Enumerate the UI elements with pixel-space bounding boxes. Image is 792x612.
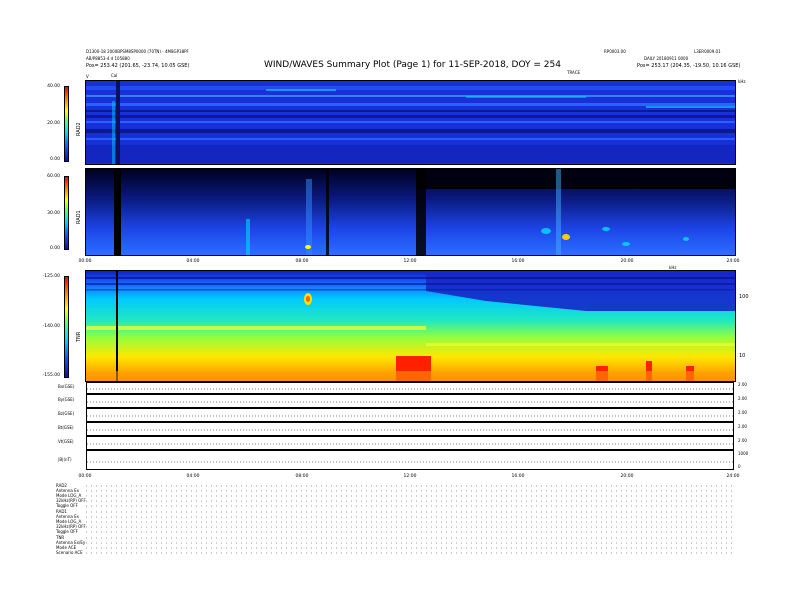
tnr-spectrogram: [85, 270, 736, 382]
rad1-tick-top: 60.00: [47, 174, 60, 179]
header-info-line2: AB/P8853-4 d 105880: [86, 56, 130, 61]
rad1-tick-mid: 30.00: [47, 211, 60, 216]
tnr-texture: [86, 271, 735, 381]
tnr-axis-label: TNR: [76, 331, 82, 342]
time2-label-1: 04:00: [186, 474, 200, 479]
rad2-axis-label: RAD2: [76, 122, 82, 136]
time2-label-5: 20:00: [620, 474, 634, 479]
status-dots: [86, 485, 736, 554]
param-vt-max: 2.00: [738, 438, 747, 443]
tnr-tick-mid: -140.00: [42, 324, 60, 329]
header-info-right2: L3ER0009.01: [694, 49, 721, 54]
time-axis-label-0: 00:00: [78, 259, 92, 264]
param-row-bt: [86, 422, 735, 436]
param-bx-max: 2.00: [738, 382, 747, 387]
cal-label: Cal: [111, 73, 118, 78]
time-axis-label-4: 16:00: [511, 259, 525, 264]
param-row-b: [86, 450, 735, 470]
param-label-by: By(GSE): [58, 397, 75, 402]
corner-right-label: kHz: [738, 79, 746, 84]
rad1-axis-label: RAD1: [76, 210, 82, 224]
param-row-bz: [86, 408, 735, 422]
rad2-colorbar: [64, 86, 69, 162]
status-line: Toggle OFF: [56, 529, 78, 534]
time2-label-0: 00:00: [78, 474, 92, 479]
time-axis-label-1: 04:00: [186, 259, 200, 264]
time-axis-label-2: 08:00: [295, 259, 309, 264]
rad2-texture: [86, 81, 735, 164]
time-axis-label-6: 24:00: [726, 259, 740, 264]
status-table: RAD2 Antenna Ex Mode LOG_A 32kHz(RP) OFF…: [56, 484, 736, 560]
status-line: Toggle OFF: [56, 503, 78, 508]
param-row-by: [86, 394, 735, 408]
rad2-tick-mid: 20.00: [47, 121, 60, 126]
param-by-max: 2.00: [738, 396, 747, 401]
corner-left-label: V: [86, 74, 89, 79]
time-axis-label-3: 12:00: [403, 259, 417, 264]
time2-label-4: 16:00: [511, 474, 525, 479]
param-row-vt: [86, 436, 735, 450]
time-axis-label-5: 20:00: [620, 259, 634, 264]
header-info-line1: D1300-18 2000BPSM8SP0000 (70TN) - 4M8GP3…: [86, 49, 189, 54]
tnr-colorbar: [64, 276, 69, 378]
rad2-spectrogram: [85, 80, 736, 165]
tnr-right-tick-10: 10: [739, 353, 746, 359]
header-position-right: Pos= 253.17 (204.35, -19.50, 10.16 GSE): [637, 63, 741, 69]
tnr-right-tick-100: 100: [739, 294, 749, 300]
header-position-left: Pos= 253.42 (201.65, -23.74, 10.05 GSE): [86, 63, 190, 69]
page-title: WIND/WAVES Summary Plot (Page 1) for 11-…: [264, 60, 561, 70]
rad2-tick-top: 40.00: [47, 84, 60, 89]
header-info-right1: RP0003.00: [604, 49, 626, 54]
param-label-vt: Vt(GSE): [58, 439, 74, 444]
status-line: Scenario ACE: [56, 550, 83, 555]
rad2-tick-bottom: 0.00: [49, 157, 60, 162]
param-b-max: 1000: [738, 451, 749, 456]
time2-label-6: 24:00: [726, 474, 740, 479]
param-label-bx: Bx(GSE): [58, 384, 75, 389]
time2-label-2: 08:00: [295, 474, 309, 479]
time2-label-3: 12:00: [403, 474, 417, 479]
param-bt-max: 2.00: [738, 424, 747, 429]
tnr-tick-top: -125.00: [42, 274, 60, 279]
rad1-spectrogram: [85, 168, 736, 256]
param-label-bt: Bt(GSE): [58, 425, 74, 430]
trace-label: TRACE: [567, 70, 581, 75]
rad1-tick-bottom: 0.00: [49, 246, 60, 251]
param-bz-max: 2.00: [738, 410, 747, 415]
param-b-min: 0: [738, 464, 741, 469]
tnr-tick-bottom: -155.00: [42, 373, 60, 378]
header-date: DAILY 20180911 0000: [644, 56, 689, 61]
param-row-bx: [86, 382, 735, 394]
param-label-bz: Bz(GSE): [58, 411, 75, 416]
rad1-colorbar: [64, 176, 69, 250]
param-label-b: |B|(nT): [58, 457, 72, 462]
rad1-texture: [86, 169, 735, 255]
